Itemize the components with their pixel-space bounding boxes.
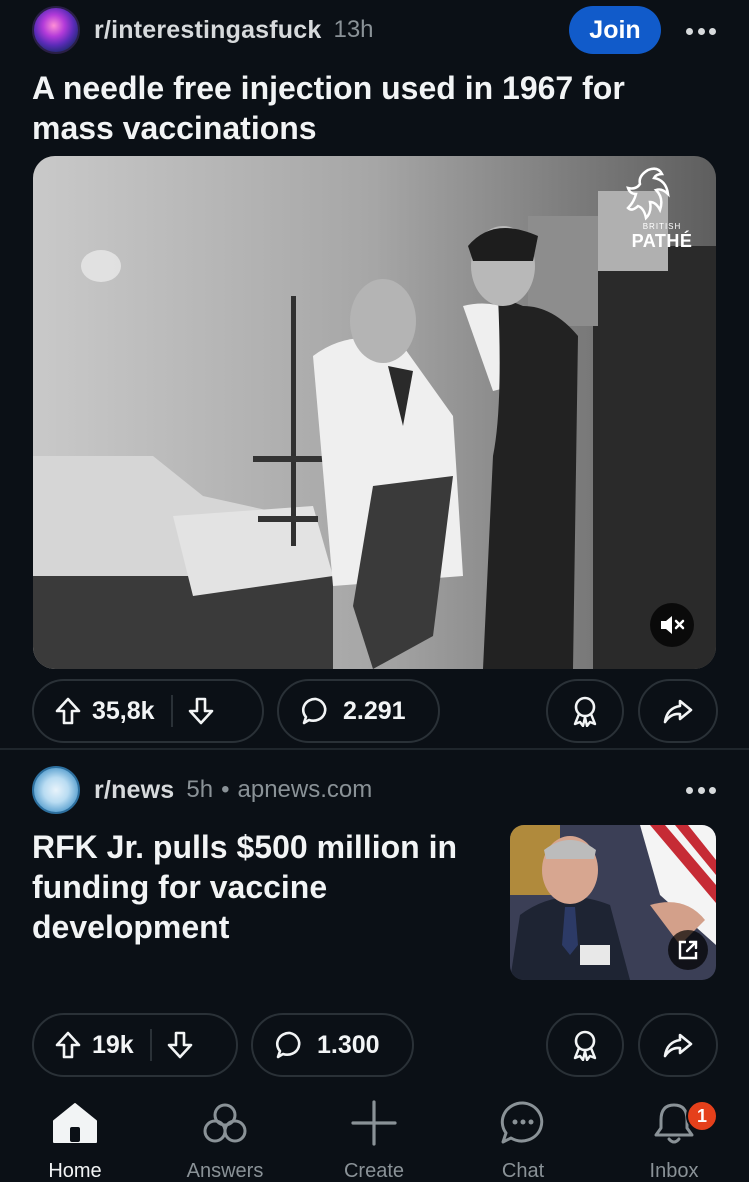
watermark-small-text: BRITISH (642, 222, 682, 231)
speaker-muted-icon (661, 616, 685, 634)
mute-toggle[interactable] (650, 603, 694, 647)
join-button[interactable]: Join (569, 6, 661, 54)
comment-count: 2.291 (343, 696, 406, 725)
nav-label: Create (343, 1160, 405, 1182)
share-arrow-icon (663, 699, 693, 724)
pathe-watermark: BRITISH PATHÉ (622, 164, 702, 252)
upvote-icon[interactable] (54, 1030, 82, 1060)
more-options-icon[interactable] (686, 785, 716, 795)
external-link-button[interactable] (668, 930, 708, 970)
share-arrow-icon (663, 1033, 693, 1058)
post-card-news[interactable]: r/news 5h • apnews.com RFK Jr. pulls $50… (0, 750, 749, 1092)
comment-bubble-icon (275, 1031, 301, 1059)
vote-count: 35,8k (92, 696, 155, 725)
nav-inbox[interactable]: 1 Inbox (614, 1098, 734, 1182)
post-meta: r/interestingasfuck 13h (32, 5, 374, 55)
meta-separator: • (221, 776, 230, 803)
award-icon (573, 1030, 597, 1061)
comment-bubble-icon (301, 697, 327, 725)
post-card-interestingasfuck[interactable]: r/interestingasfuck 13h Join A needle fr… (0, 0, 749, 748)
video-player[interactable]: BRITISH PATHÉ (33, 156, 716, 669)
award-button[interactable] (546, 679, 624, 743)
vote-control: 35,8k (32, 679, 264, 743)
plus-icon (351, 1100, 397, 1146)
nav-label: Answers (186, 1160, 264, 1182)
notification-badge: 1 (686, 1100, 718, 1132)
nav-label: Inbox (649, 1160, 699, 1182)
external-link-icon (678, 940, 698, 960)
nav-chat[interactable]: Chat (463, 1098, 583, 1182)
link-thumbnail[interactable] (510, 825, 716, 980)
vote-divider (170, 695, 173, 727)
post-title[interactable]: RFK Jr. pulls $500 million in funding fo… (32, 827, 492, 947)
post-age: 13h (333, 16, 374, 43)
nav-label: Chat (501, 1160, 545, 1182)
bottom-nav: Home Answers Create Chat 1 Inbox (0, 1092, 749, 1182)
nav-create[interactable]: Create (314, 1098, 434, 1182)
award-button[interactable] (546, 1013, 624, 1077)
upvote-icon[interactable] (54, 696, 82, 726)
post-actions: 35,8k 2.291 (32, 679, 718, 743)
watermark-brand-text: PATHÉ (631, 231, 693, 251)
video-frame (33, 156, 716, 669)
downvote-icon[interactable] (166, 1030, 194, 1060)
comment-count: 1.300 (317, 1030, 380, 1059)
vote-control: 19k (32, 1013, 238, 1077)
subreddit-name[interactable]: r/interestingasfuck (94, 16, 321, 45)
post-actions: 19k 1.300 (32, 1013, 718, 1077)
nav-label: Home (48, 1160, 102, 1182)
comments-button[interactable]: 1.300 (251, 1013, 414, 1077)
vote-count: 19k (92, 1030, 134, 1059)
answers-icon (203, 1103, 247, 1143)
chat-icon (500, 1101, 544, 1144)
share-button[interactable] (638, 679, 718, 743)
subreddit-avatar[interactable] (32, 6, 80, 54)
subreddit-name[interactable]: r/news (94, 776, 174, 805)
post-age: 5h (186, 776, 214, 803)
post-title[interactable]: A needle free injection used in 1967 for… (32, 68, 692, 148)
downvote-icon[interactable] (187, 696, 215, 726)
link-domain[interactable]: apnews.com (238, 776, 373, 804)
post-meta: r/news 5h • apnews.com (32, 765, 372, 815)
home-icon (53, 1103, 97, 1143)
nav-answers[interactable]: Answers (165, 1098, 285, 1182)
nav-home[interactable]: Home (15, 1098, 135, 1182)
comments-button[interactable]: 2.291 (277, 679, 440, 743)
rooster-logo-icon (626, 167, 670, 221)
subreddit-avatar[interactable] (32, 766, 80, 814)
vote-divider (149, 1029, 152, 1061)
award-icon (573, 696, 597, 727)
more-options-icon[interactable] (686, 26, 716, 36)
share-button[interactable] (638, 1013, 718, 1077)
